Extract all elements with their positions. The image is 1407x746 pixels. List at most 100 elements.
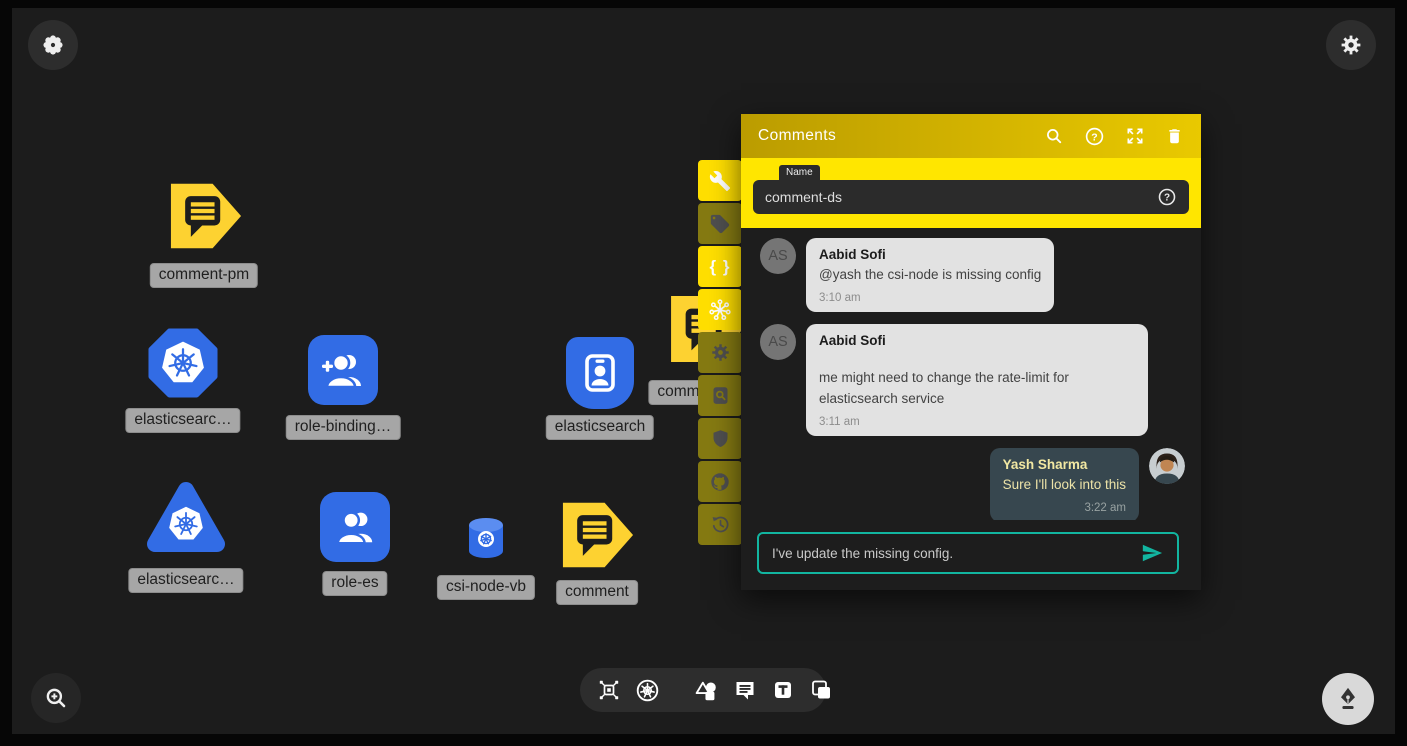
send-button[interactable]: [1140, 542, 1164, 564]
comment-time: 3:22 am: [1003, 502, 1126, 514]
comment-tool-button[interactable]: [733, 678, 757, 702]
shapes-tool-button[interactable]: [694, 678, 719, 703]
comment-time: 3:10 am: [819, 292, 1041, 304]
node-elasticsearch[interactable]: [566, 337, 634, 409]
image-tool-icon: [809, 678, 833, 702]
comment-text: @yash the csi-node is missing config: [819, 265, 1041, 285]
help-icon[interactable]: ?: [1157, 187, 1177, 207]
kanvas-flower-icon: [39, 31, 67, 59]
node-label[interactable]: comment: [556, 580, 638, 605]
name-section: Name comment-ds ?: [741, 158, 1201, 228]
comment-bubble: Yash Sharma Sure I'll look into this 3:2…: [990, 448, 1139, 520]
comment-shape-icon: [562, 501, 634, 569]
role-icon: [333, 505, 377, 549]
name-input-value: comment-ds: [765, 189, 842, 205]
send-icon: [1140, 542, 1164, 564]
comment-message: AS Aabid Sofi @yash the csi-node is miss…: [760, 238, 1185, 312]
node-elasticsearch-triangle[interactable]: [145, 480, 227, 561]
reply-input[interactable]: I've update the missing config.: [757, 532, 1179, 574]
svg-text:?: ?: [1164, 193, 1170, 204]
pen-tool-button[interactable]: [1322, 673, 1374, 725]
service-account-badge-icon: [580, 352, 620, 394]
text-tool-icon: [771, 678, 795, 702]
node-role-binding[interactable]: [308, 335, 378, 405]
tag-icon: [709, 213, 731, 235]
zoom-in-icon: [43, 685, 69, 711]
zoom-in-button[interactable]: [31, 673, 81, 723]
app-logo-button[interactable]: [28, 20, 78, 70]
shield-icon: [710, 428, 731, 449]
comment-message: AS Aabid Sofi me might need to change th…: [760, 324, 1185, 436]
security-button[interactable]: [698, 418, 742, 459]
avatar: AS: [760, 324, 796, 360]
node-elasticsearch-octagon[interactable]: [148, 328, 218, 403]
wrench-icon: [709, 170, 731, 192]
node-label[interactable]: elasticsearc…: [125, 408, 240, 433]
comment-text: me might need to change the rate-limit f…: [819, 368, 1135, 409]
github-icon: [709, 471, 731, 493]
inspect-button[interactable]: [698, 375, 742, 416]
node-csi-node-vb[interactable]: [462, 517, 510, 564]
comment-text: Sure I'll look into this: [1003, 475, 1126, 495]
node-label[interactable]: role-es: [322, 571, 387, 596]
canvas-toolbar: [580, 668, 826, 712]
configure-button[interactable]: [698, 160, 742, 201]
svg-text:?: ?: [1091, 131, 1097, 143]
avatar: [1149, 448, 1185, 484]
pen-nib-icon: [1334, 685, 1362, 713]
storage-cylinder-icon: [462, 517, 510, 559]
trash-icon[interactable]: [1165, 126, 1184, 146]
text-tool-button[interactable]: [771, 678, 795, 702]
comment-message: Yash Sharma Sure I'll look into this 3:2…: [760, 448, 1185, 520]
history-button[interactable]: [698, 504, 742, 545]
node-label[interactable]: csi-node-vb: [437, 575, 535, 600]
comment-shape-icon: [170, 182, 242, 250]
gear-button[interactable]: [698, 332, 742, 373]
reply-input-value: I've update the missing config.: [772, 546, 953, 561]
search-icon[interactable]: [1044, 126, 1064, 146]
name-input[interactable]: Name comment-ds ?: [753, 180, 1189, 214]
node-label[interactable]: elasticsearch: [546, 415, 654, 440]
kubernetes-tool-button[interactable]: [635, 678, 660, 703]
comment-bubble: Aabid Sofi @yash the csi-node is missing…: [806, 238, 1054, 312]
comment-author: Aabid Sofi: [819, 247, 1041, 262]
comments-thread: AS Aabid Sofi @yash the csi-node is miss…: [741, 228, 1201, 520]
node-comment-pm[interactable]: [170, 182, 242, 255]
github-button[interactable]: [698, 461, 742, 502]
json-config-button[interactable]: { }: [698, 246, 742, 287]
history-icon: [710, 514, 731, 535]
node-role-es[interactable]: [320, 492, 390, 562]
role-binding-icon: [320, 348, 366, 392]
settings-button[interactable]: [1326, 20, 1376, 70]
comments-panel-header[interactable]: Comments ?: [741, 114, 1201, 158]
gear-icon: [710, 342, 731, 363]
expand-icon[interactable]: [1125, 126, 1145, 146]
name-input-label: Name: [779, 165, 820, 180]
hub-button[interactable]: [698, 289, 742, 330]
avatar: AS: [760, 238, 796, 274]
node-label[interactable]: role-binding…: [286, 415, 401, 440]
comment-author: Yash Sharma: [1003, 457, 1126, 472]
shapes-icon: [694, 678, 719, 703]
comments-panel: Comments ? Name: [741, 114, 1201, 590]
image-tool-button[interactable]: [809, 678, 833, 702]
kubernetes-icon: [635, 678, 660, 703]
node-label[interactable]: comment-pm: [150, 263, 258, 288]
comment-time: 3:11 am: [819, 416, 1135, 428]
node-comment[interactable]: [562, 501, 634, 574]
comment-bubble: Aabid Sofi me might need to change the r…: [806, 324, 1148, 436]
doc-search-icon: [710, 385, 731, 406]
hub-icon: [708, 298, 732, 322]
comment-author: Aabid Sofi: [819, 333, 1135, 348]
kubernetes-octagon-icon: [148, 328, 218, 398]
tag-button[interactable]: [698, 203, 742, 244]
panel-title: Comments: [758, 127, 836, 145]
node-label[interactable]: elasticsearc…: [128, 568, 243, 593]
user-photo-icon: [1149, 448, 1185, 484]
node-action-toolbar: { }: [698, 160, 742, 547]
gear-icon: [1339, 33, 1363, 57]
help-icon[interactable]: ?: [1084, 126, 1105, 147]
kubernetes-triangle-icon: [145, 480, 227, 556]
structure-tool-button[interactable]: [597, 678, 621, 702]
comment-tool-icon: [733, 678, 757, 702]
